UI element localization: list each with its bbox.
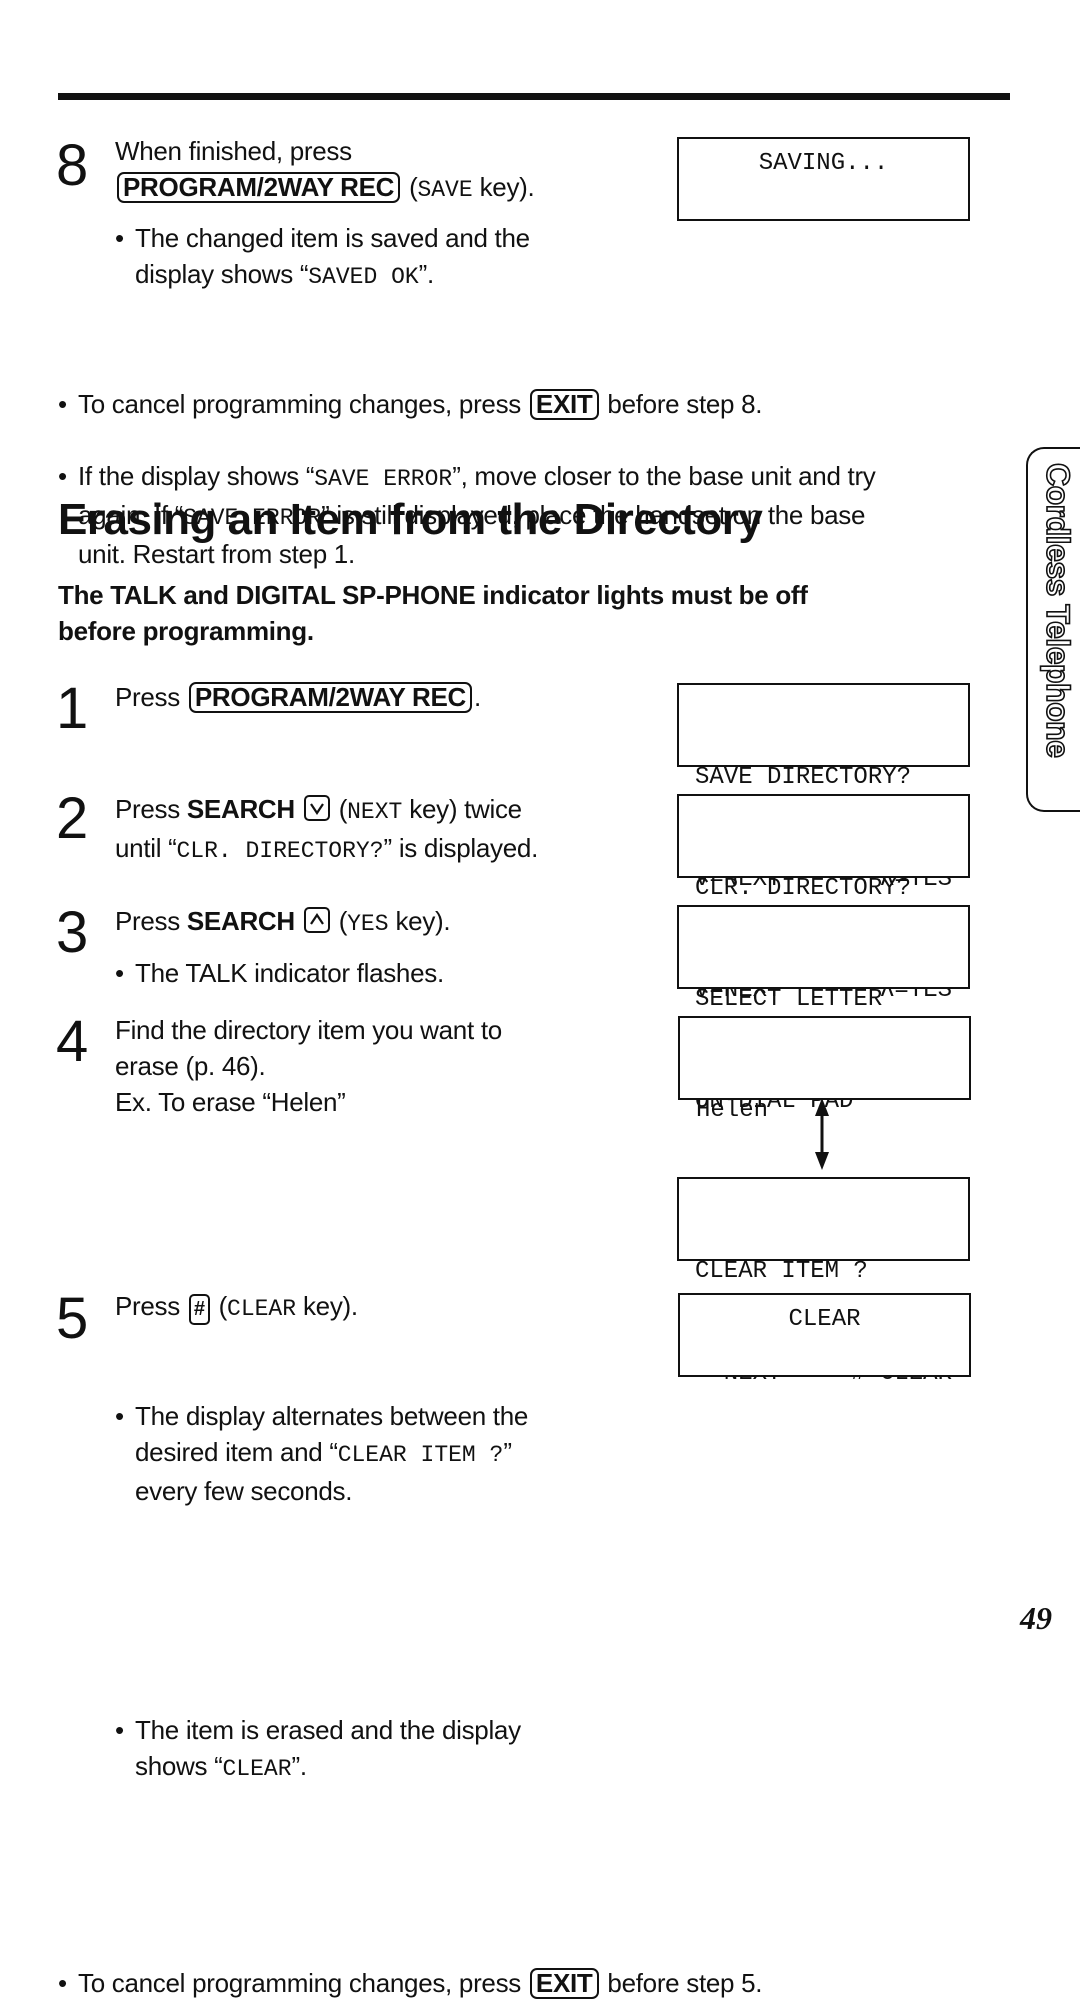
step-4-bullet: The display alternates between the desir… <box>115 1398 675 1509</box>
program-2way-rec-key: PROGRAM/2WAY REC <box>117 172 401 203</box>
exit-key: EXIT <box>529 389 599 420</box>
lcd-display-clear-item: CLEAR ITEM ? *=NEXT#=CLEAR <box>677 1177 970 1387</box>
side-tab-label: Cordless Telephone <box>1039 462 1077 758</box>
section-title: Erasing an Item from the Directory <box>58 495 763 544</box>
step-number-4: 4 <box>56 1009 89 1074</box>
step-1-text: Press PROGRAM/2WAY REC. <box>115 682 481 713</box>
alternate-arrow-icon <box>812 1098 832 1175</box>
top-rule <box>58 93 1010 100</box>
step-8-line1: When finished, press <box>115 136 352 166</box>
lcd-display-helen: Helen 1234567890 <box>678 1016 971 1226</box>
note-cancel-step5: To cancel programming changes, press EXI… <box>58 1965 1018 2001</box>
lcd-display-saving: SAVING... <box>677 137 970 221</box>
lcd-display-clear: CLEAR <box>678 1293 971 1377</box>
step-5-text: Press # (CLEAR key). <box>115 1288 655 1327</box>
lcd-display-clr-directory: CLR. DIRECTORY? v=NEXT ʌ=YES <box>677 794 970 1004</box>
step-3-text: Press SEARCH (YES key). <box>115 906 451 937</box>
note-cancel-step8: To cancel programming changes, press EXI… <box>58 386 1018 422</box>
step-5-bullet: The item is erased and the display shows… <box>115 1712 675 1787</box>
section-warning: The TALK and DIGITAL SP-PHONE indicator … <box>58 580 808 646</box>
page-number: 49 <box>1020 1600 1052 1636</box>
step-1-bullet: The TALK indicator flashes. <box>115 955 655 991</box>
hash-key-icon: # <box>188 1294 210 1325</box>
step-8-bullet: The changed item is saved and the displa… <box>115 220 655 295</box>
exit-key: EXIT <box>529 1968 599 1999</box>
lcd-display-select-letter: SELECT LETTER ON DIAL PAD <box>677 905 970 1115</box>
step-8-line2: PROGRAM/2WAY REC (SAVE key). <box>115 169 635 208</box>
step-8-text: When finished, press PROGRAM/2WAY REC (S… <box>115 133 635 208</box>
step-4-text: Find the directory item you want to eras… <box>115 1015 502 1117</box>
search-down-chevron-icon <box>303 795 330 821</box>
side-tab: Cordless Telephone <box>1026 447 1080 812</box>
search-up-chevron-icon <box>303 907 330 933</box>
step-2-text: Press SEARCH (NEXT key) twice until “CLR… <box>115 794 538 864</box>
step-number-3: 3 <box>56 900 89 965</box>
step-number-8: 8 <box>56 133 89 198</box>
step-number-2: 2 <box>56 786 89 851</box>
lcd-display-save-directory: SAVE DIRECTORY? v=NEXT ʌ=YES <box>677 683 970 893</box>
step-number-1: 1 <box>56 676 89 741</box>
step-number-5: 5 <box>56 1286 89 1351</box>
program-2way-rec-key: PROGRAM/2WAY REC <box>188 682 473 713</box>
